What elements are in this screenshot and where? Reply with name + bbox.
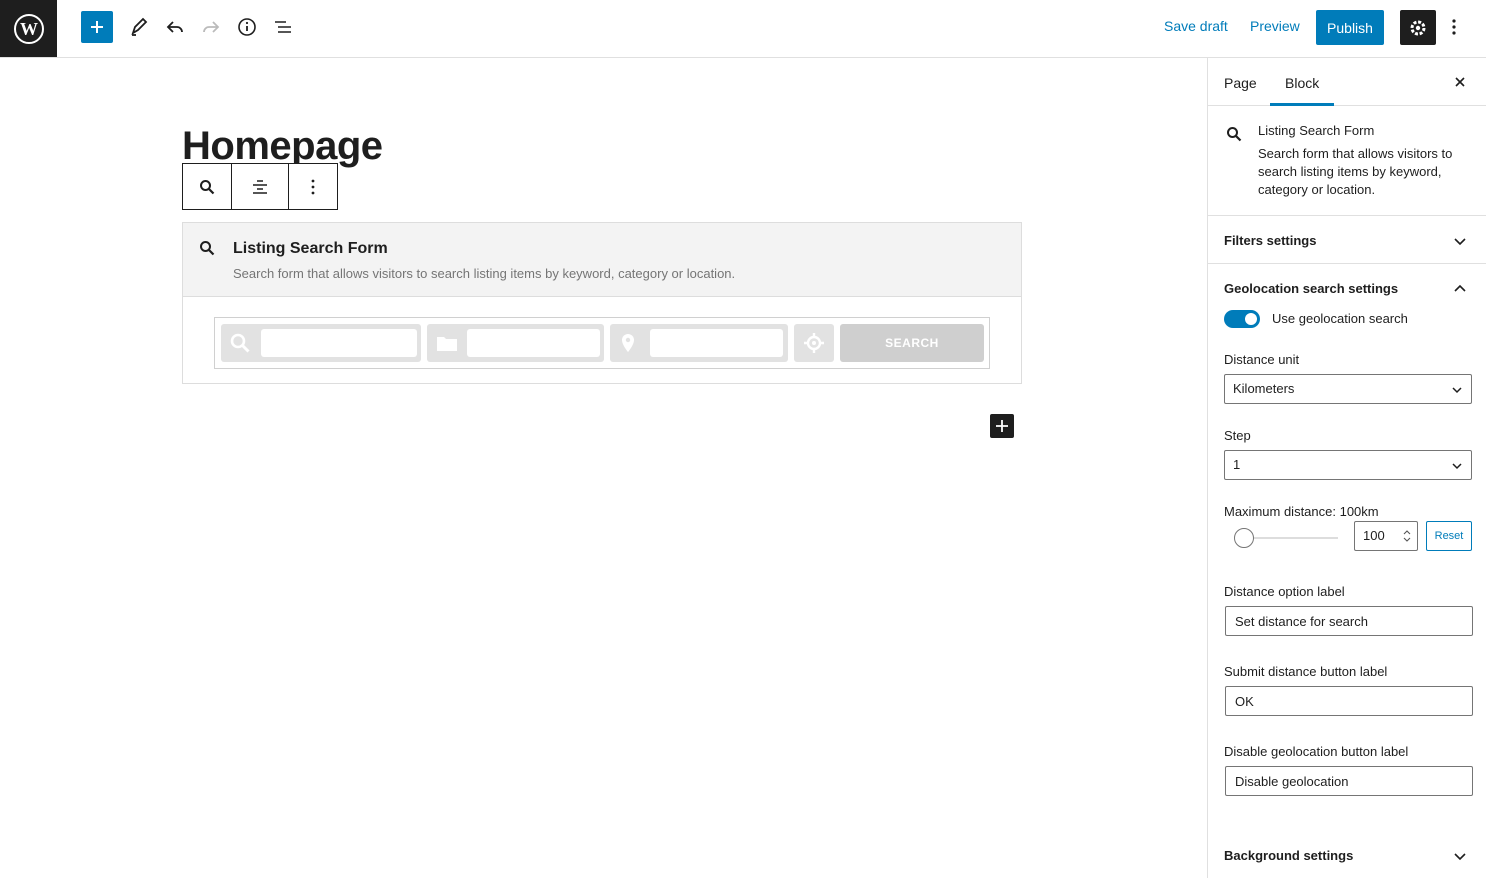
submit-distance-label: Submit distance button label: [1224, 664, 1388, 679]
preview-button[interactable]: Preview: [1250, 18, 1300, 34]
max-distance-label: Maximum distance: 100km: [1224, 504, 1379, 519]
map-pin-icon: [619, 333, 637, 358]
panel-title: Background settings: [1224, 848, 1354, 863]
block-title: Listing Search Form: [233, 240, 388, 257]
disable-geolocation-input[interactable]: Disable geolocation: [1225, 766, 1473, 796]
options-button[interactable]: [1444, 12, 1464, 42]
redo-icon: [203, 21, 220, 33]
panel-title: Geolocation search settings: [1224, 281, 1399, 296]
locate-button: [794, 324, 834, 362]
step-value: 1: [1233, 457, 1241, 472]
chevron-up-icon: [1452, 281, 1468, 302]
crosshair-icon: [804, 333, 824, 353]
stepper-icon: [1403, 529, 1411, 546]
panel-title: Filters settings: [1224, 233, 1317, 248]
distance-unit-label: Distance unit: [1224, 352, 1300, 367]
reset-button[interactable]: Reset: [1426, 521, 1472, 551]
search-icon: [230, 333, 250, 358]
close-icon: [1455, 77, 1465, 87]
background-settings-panel[interactable]: Background settings: [1208, 831, 1486, 878]
tools-button[interactable]: [123, 11, 155, 43]
max-distance-value: 100: [1363, 528, 1385, 543]
step-select[interactable]: 1: [1224, 450, 1472, 480]
list-view-icon: [275, 21, 291, 33]
listing-search-form-block[interactable]: Listing Search Form Search form that all…: [182, 222, 1022, 384]
block-info-title: Listing Search Form: [1258, 123, 1375, 138]
plus-icon: [996, 420, 1008, 432]
geolocation-toggle[interactable]: [1224, 310, 1260, 328]
redo-button[interactable]: [195, 11, 227, 43]
block-toolbar: [182, 163, 338, 210]
disable-geolocation-label: Disable geolocation button label: [1224, 744, 1409, 759]
filters-settings-panel[interactable]: Filters settings: [1208, 216, 1486, 264]
max-distance-input[interactable]: 100: [1354, 521, 1418, 551]
block-options-button[interactable]: [289, 164, 337, 209]
geolocation-settings-panel[interactable]: Geolocation search settings: [1208, 264, 1486, 312]
search-form-preview: SEARCH: [214, 317, 990, 369]
gear-icon: [1410, 20, 1426, 35]
category-field: [427, 324, 604, 362]
block-card-info: Listing Search Form Search form that all…: [1208, 106, 1486, 216]
settings-button[interactable]: [1400, 10, 1436, 45]
chevron-down-icon: [1452, 848, 1468, 869]
block-info-description: Search form that allows visitors to sear…: [1258, 146, 1453, 197]
info-icon: [238, 18, 256, 36]
chevron-down-icon: [1452, 233, 1468, 254]
location-field: [610, 324, 788, 362]
svg-text:W: W: [20, 19, 38, 39]
search-icon: [1226, 126, 1242, 147]
settings-sidebar: Page Block Listing Search Form Search fo…: [1207, 58, 1486, 878]
block-placeholder-header: Listing Search Form Search form that all…: [183, 223, 1021, 297]
wordpress-icon: W: [13, 13, 44, 44]
block-type-button[interactable]: [183, 164, 232, 209]
tab-block[interactable]: Block: [1285, 75, 1319, 91]
tab-page[interactable]: Page: [1224, 75, 1257, 91]
editor-header: W Save draft Preview Publish: [0, 0, 1486, 58]
max-distance-slider-thumb[interactable]: [1234, 528, 1254, 548]
kebab-icon: [1452, 19, 1456, 35]
undo-button[interactable]: [159, 11, 191, 43]
submit-distance-input[interactable]: OK: [1225, 686, 1473, 716]
kebab-icon: [311, 179, 315, 194]
align-center-icon: [253, 179, 267, 194]
keyword-field: [221, 324, 421, 362]
publish-button[interactable]: Publish: [1316, 10, 1384, 45]
chevron-down-icon: [1451, 460, 1463, 475]
search-icon: [200, 179, 215, 194]
add-block-button[interactable]: [990, 414, 1014, 438]
distance-unit-select[interactable]: Kilometers: [1224, 374, 1472, 404]
undo-icon: [166, 21, 183, 33]
save-draft-button[interactable]: Save draft: [1164, 18, 1228, 34]
step-label: Step: [1224, 428, 1251, 443]
distance-option-input[interactable]: Set distance for search: [1225, 606, 1473, 636]
details-button[interactable]: [231, 11, 263, 43]
block-description: Search form that allows visitors to sear…: [233, 266, 736, 281]
search-icon: [199, 240, 215, 261]
align-button[interactable]: [232, 164, 289, 209]
wordpress-logo-button[interactable]: W: [0, 0, 57, 57]
search-submit-button: SEARCH: [840, 324, 984, 362]
geolocation-toggle-label: Use geolocation search: [1272, 311, 1408, 326]
folder-icon: [436, 333, 458, 358]
list-view-button[interactable]: [267, 11, 299, 43]
close-sidebar-button[interactable]: [1452, 74, 1468, 90]
sidebar-tabs: Page Block: [1208, 58, 1486, 106]
distance-unit-value: Kilometers: [1233, 381, 1295, 396]
distance-option-label: Distance option label: [1224, 584, 1345, 599]
plus-icon: [91, 21, 103, 33]
geolocation-settings-body: Use geolocation search Distance unit Kil…: [1208, 310, 1486, 878]
pencil-icon: [131, 17, 148, 36]
chevron-down-icon: [1451, 384, 1463, 399]
block-inserter-button[interactable]: [81, 11, 113, 43]
